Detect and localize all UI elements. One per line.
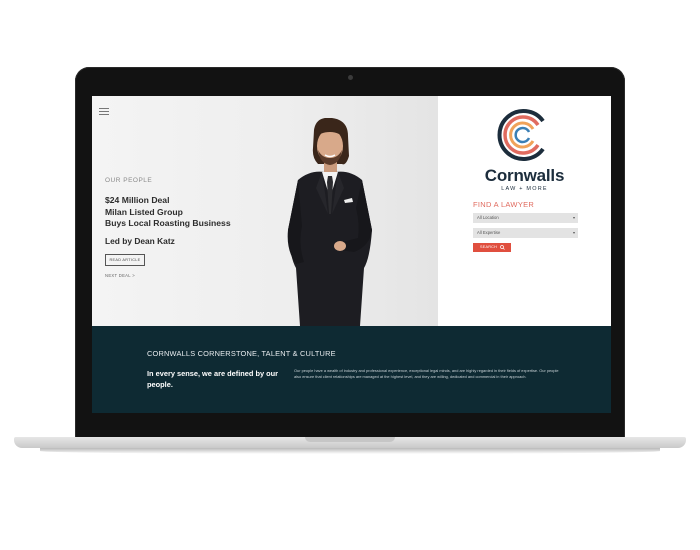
hero-headline-line: Milan Listed Group (105, 206, 183, 217)
expertise-select-value: All Expertise (477, 230, 501, 235)
hero-eyebrow: OUR PEOPLE (105, 177, 153, 184)
culture-body-text: Our people have a wealth of industry and… (294, 368, 559, 380)
culture-section: CORNWALLS CORNERSTONE, TALENT & CULTURE … (92, 326, 611, 413)
website-screen: OUR PEOPLE $24 Million Deal Milan Listed… (92, 96, 611, 413)
cornwalls-logo-icon (497, 109, 545, 161)
hero-headline-line: Buys Local Roasting Business (105, 218, 231, 228)
laptop-notch (305, 437, 395, 442)
brand-tagline: LAW + MORE (501, 186, 548, 192)
search-icon (500, 245, 505, 250)
next-deal-link[interactable]: NEXT DEAL > (105, 273, 135, 278)
lawyer-finder-panel: Cornwalls LAW + MORE FIND A LAWYER All L… (438, 96, 611, 326)
hamburger-menu-icon[interactable] (99, 108, 109, 115)
hero-headline: $24 Million Deal Milan Listed Group Buys… (105, 195, 255, 230)
hero-headline-line: $24 Million Deal (105, 195, 170, 205)
hero-byline: Led by Dean Katz (105, 236, 175, 246)
hero-section: OUR PEOPLE $24 Million Deal Milan Listed… (92, 96, 438, 326)
culture-heading: CORNWALLS CORNERSTONE, TALENT & CULTURE (147, 349, 336, 358)
search-button[interactable]: SEARCH (473, 243, 511, 252)
chevron-down-icon: ▾ (572, 230, 575, 235)
chevron-down-icon: ▾ (572, 215, 575, 220)
brand-name: Cornwalls (484, 166, 565, 185)
culture-tagline: In every sense, we are defined by our pe… (147, 369, 279, 389)
read-article-button[interactable]: READ ARTICLE (105, 254, 145, 266)
location-select[interactable]: All Location ▾ (473, 213, 578, 223)
location-select-value: All Location (477, 215, 499, 220)
expertise-select[interactable]: All Expertise ▾ (473, 228, 578, 238)
laptop-shadow (40, 448, 660, 454)
lawyer-portrait-photo (287, 118, 372, 326)
search-button-label: SEARCH (480, 245, 498, 249)
find-lawyer-heading: FIND A LAWYER (473, 200, 535, 209)
webcam-dot (348, 75, 353, 80)
